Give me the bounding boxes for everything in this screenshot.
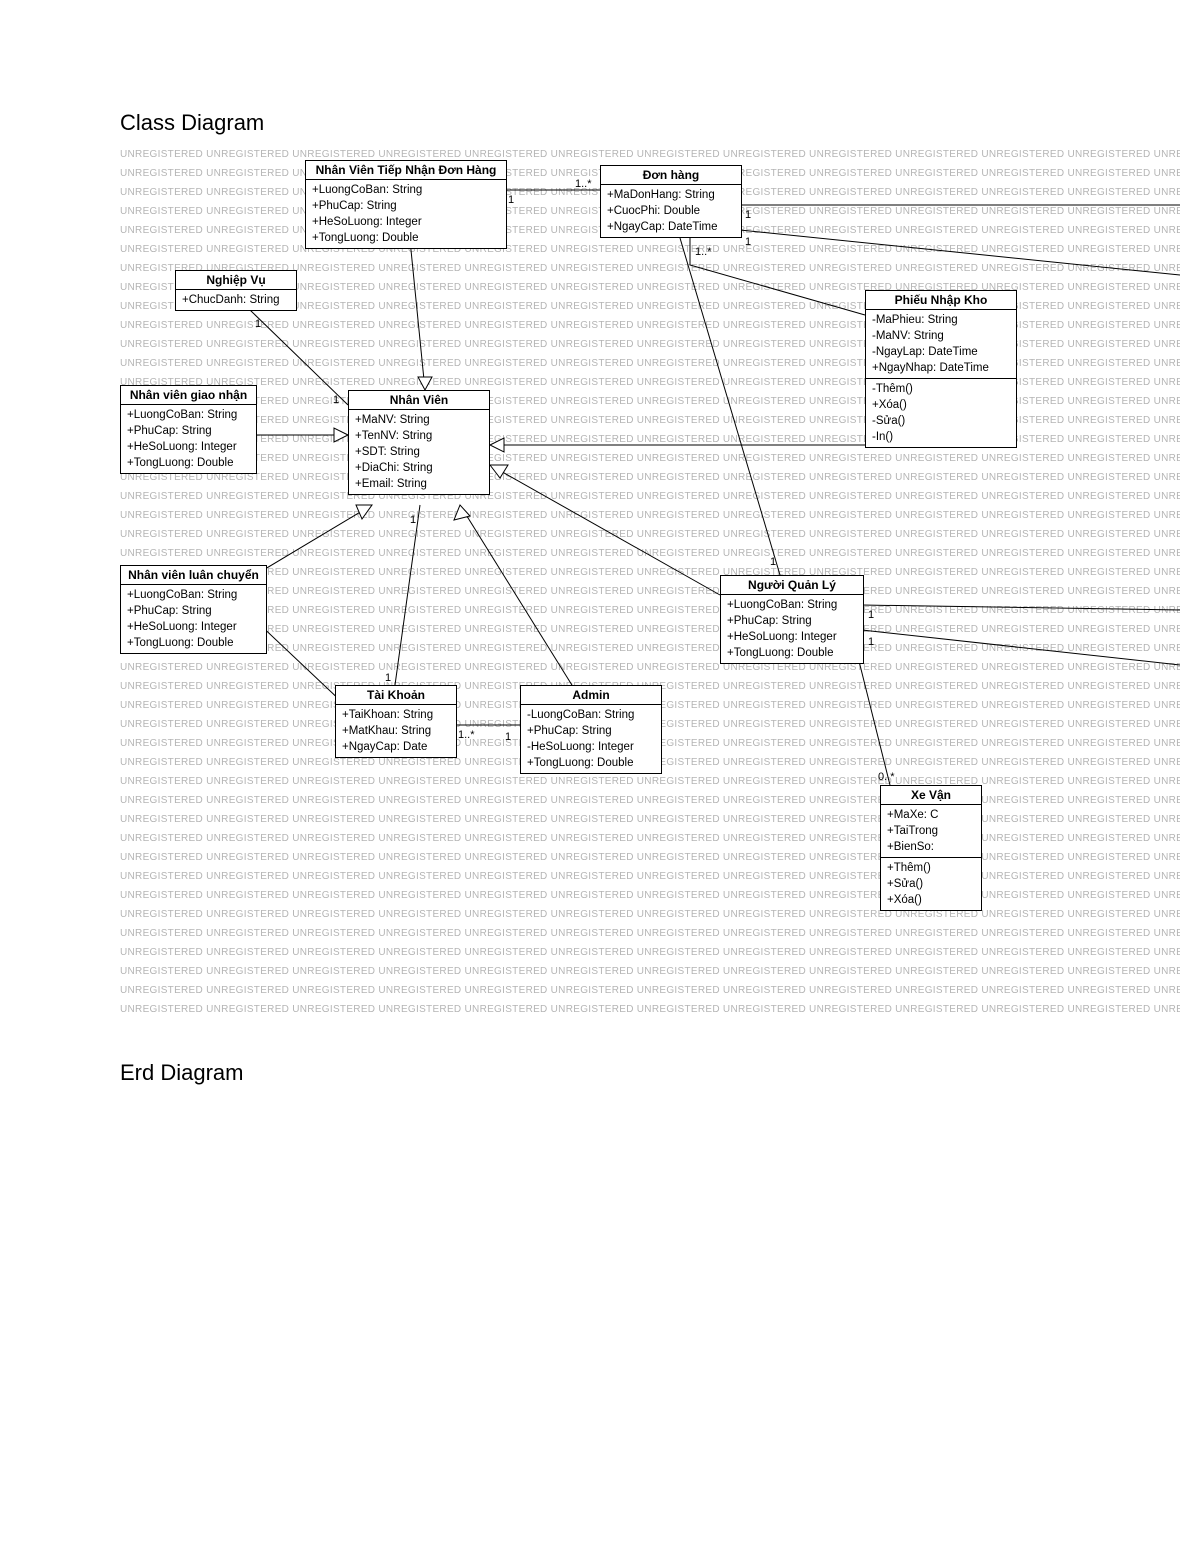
class-attrs: +LuongCoBan: String +PhuCap: String +HeS… — [121, 585, 266, 653]
class-taikhoan: Tài Khoản +TaiKhoan: String +MatKhau: St… — [335, 685, 457, 758]
mult-label: 0..* — [878, 771, 895, 783]
class-name: Người Quản Lý — [721, 576, 863, 595]
class-ops: +Thêm() +Sửa() +Xóa() — [881, 858, 981, 910]
mult-label: 1 — [505, 731, 511, 743]
mult-label: 1 — [410, 514, 416, 526]
class-nhanvien: Nhân Viên +MaNV: String +TenNV: String +… — [348, 390, 490, 495]
class-nguoiquanly: Người Quản Lý +LuongCoBan: String +PhuCa… — [720, 575, 864, 664]
class-attrs: +MaDonHang: String +CuocPhi: Double +Nga… — [601, 185, 741, 237]
class-phieunhapkho: Phiếu Nhập Kho -MaPhieu: String -MaNV: S… — [865, 290, 1017, 448]
class-attrs: +MaNV: String +TenNV: String +SDT: Strin… — [349, 410, 489, 494]
class-donhang: Đơn hàng +MaDonHang: String +CuocPhi: Do… — [600, 165, 742, 238]
class-name: Đơn hàng — [601, 166, 741, 185]
class-name: Nhân viên luân chuyển — [121, 566, 266, 585]
class-nhanvien-luanchuyen: Nhân viên luân chuyển +LuongCoBan: Strin… — [120, 565, 267, 654]
class-nhanvien-giaonhan: Nhân viên giao nhận +LuongCoBan: String … — [120, 385, 257, 474]
class-attrs: +MaXe: C +TaiTrong +BienSo: — [881, 805, 981, 858]
mult-label: 1 — [770, 556, 776, 568]
mult-label: 1 — [868, 609, 874, 621]
class-xevan: Xe Vận +MaXe: C +TaiTrong +BienSo: +Thêm… — [880, 785, 982, 911]
class-name: Nghiệp Vụ — [176, 271, 296, 290]
mult-label: 1 — [745, 209, 751, 221]
mult-label: 1 — [385, 672, 391, 684]
class-attrs: +ChucDanh: String — [176, 290, 296, 310]
class-name: Phiếu Nhập Kho — [866, 291, 1016, 310]
class-attrs: -LuongCoBan: String +PhuCap: String -HeS… — [521, 705, 661, 773]
mult-label: 1..* — [458, 729, 475, 741]
class-attrs: -MaPhieu: String -MaNV: String -NgayLap:… — [866, 310, 1016, 379]
class-admin: Admin -LuongCoBan: String +PhuCap: Strin… — [520, 685, 662, 774]
class-name: Tài Khoản — [336, 686, 456, 705]
heading-erd-diagram: Erd Diagram — [120, 1060, 243, 1086]
mult-label: 1 — [255, 318, 261, 330]
class-name: Admin — [521, 686, 661, 705]
class-nghiepvu: Nghiệp Vụ +ChucDanh: String — [175, 270, 297, 311]
class-attrs: +LuongCoBan: String +PhuCap: String +HeS… — [121, 405, 256, 473]
heading-class-diagram: Class Diagram — [120, 110, 264, 136]
class-name: Nhân viên giao nhận — [121, 386, 256, 405]
class-name: Nhân Viên Tiếp Nhận Đơn Hàng — [306, 161, 506, 180]
mult-label: 1 — [868, 636, 874, 648]
class-name: Nhân Viên — [349, 391, 489, 410]
class-attrs: +LuongCoBan: String +PhuCap: String +HeS… — [721, 595, 863, 663]
class-diagram-canvas: UNREGISTERED UNREGISTERED UNREGISTERED U… — [120, 145, 1180, 1015]
mult-label: 1 — [333, 394, 339, 406]
class-attrs: +TaiKhoan: String +MatKhau: String +Ngay… — [336, 705, 456, 757]
mult-label: 1..* — [695, 246, 712, 258]
class-ops: -Thêm() +Xóa() -Sửa() -In() — [866, 379, 1016, 447]
class-name: Xe Vận — [881, 786, 981, 805]
mult-label: 1 — [508, 194, 514, 206]
mult-label: 1..* — [575, 178, 592, 190]
mult-label: 1 — [745, 236, 751, 248]
class-attrs: +LuongCoBan: String +PhuCap: String +HeS… — [306, 180, 506, 248]
class-nhanvien-tiepnhan: Nhân Viên Tiếp Nhận Đơn Hàng +LuongCoBan… — [305, 160, 507, 249]
